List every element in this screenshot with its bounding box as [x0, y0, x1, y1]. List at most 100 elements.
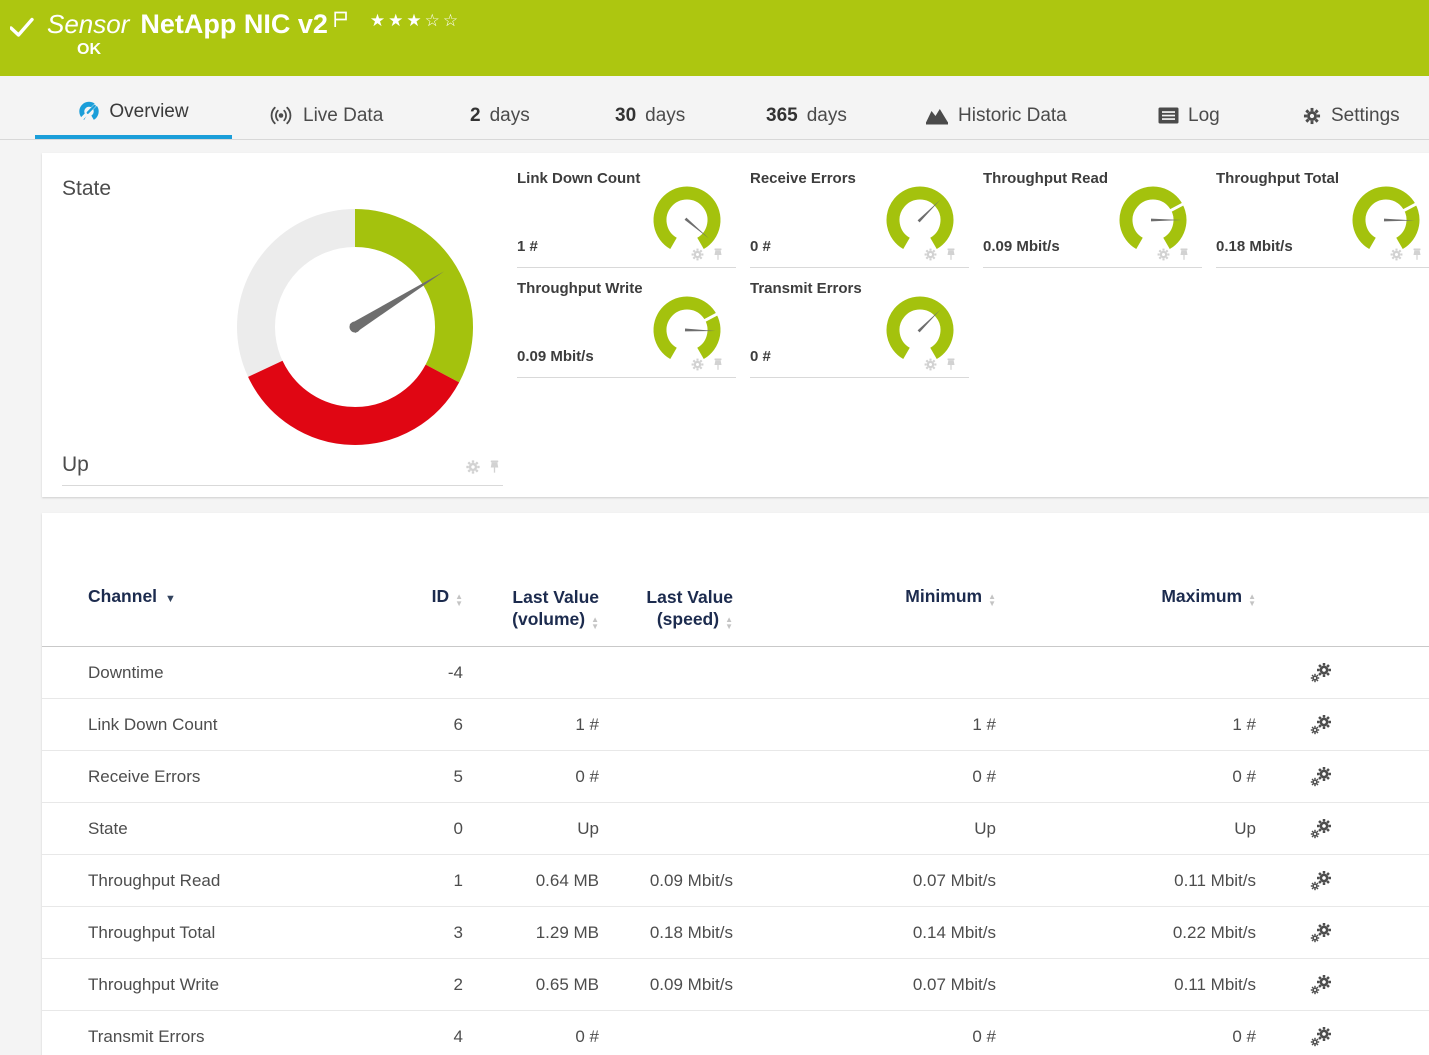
- gauge-title: Throughput Total: [1216, 170, 1339, 187]
- minimum-value: 0 #: [733, 767, 996, 787]
- maximum-value: 1 #: [996, 715, 1256, 735]
- minimum-value: 0.14 Mbit/s: [733, 923, 996, 943]
- channel-id: 6: [418, 715, 463, 735]
- column-header-id[interactable]: ID▲▼: [418, 586, 463, 607]
- gauge-card-throughput-total: Throughput Total 0.18 Mbit/s: [1216, 170, 1429, 268]
- last-value-volume: 1 #: [463, 715, 599, 735]
- mini-gauge: [1350, 186, 1422, 256]
- tab-settings[interactable]: Settings: [1302, 92, 1400, 139]
- gauge-settings-gear-icon[interactable]: [465, 459, 481, 475]
- table-row: Throughput Write 2 0.65 MB 0.09 Mbit/s 0…: [42, 959, 1429, 1011]
- last-value-volume: 0 #: [463, 767, 599, 787]
- channel-name: Downtime: [88, 663, 418, 683]
- last-value-volume: 0.65 MB: [463, 975, 599, 995]
- gauge-title: Link Down Count: [517, 170, 640, 187]
- gauge-card-throughput-write: Throughput Write 0.09 Mbit/s: [517, 280, 736, 378]
- maximum-value: 0.11 Mbit/s: [996, 871, 1256, 891]
- table-row: Downtime -4: [42, 647, 1429, 699]
- sort-icons[interactable]: ▲▼: [591, 617, 599, 630]
- pin-icon[interactable]: [712, 248, 724, 262]
- channel-id: 1: [418, 871, 463, 891]
- tab-365-days[interactable]: 365 days: [766, 92, 847, 139]
- sort-desc-icon[interactable]: ▼: [165, 593, 176, 605]
- object-kind-label: Sensor: [47, 7, 129, 41]
- maximum-value: 0.22 Mbit/s: [996, 923, 1256, 943]
- gear-icon: [1302, 106, 1322, 126]
- sensor-title: NetApp NIC v2: [140, 7, 328, 41]
- channel-name: State: [88, 819, 418, 839]
- table-row: Receive Errors 5 0 # 0 # 0 #: [42, 751, 1429, 803]
- pin-icon[interactable]: [945, 358, 957, 372]
- gauge-settings-gear-icon[interactable]: [690, 357, 705, 372]
- tab-label: Log: [1188, 105, 1220, 127]
- gauge-icon: [78, 100, 100, 123]
- channel-settings-gears-icon[interactable]: [1309, 661, 1335, 685]
- gauge-value: 0 #: [750, 348, 771, 365]
- table-row: Link Down Count 6 1 # 1 # 1 #: [42, 699, 1429, 751]
- gauge-title: Throughput Read: [983, 170, 1108, 187]
- gauge-title: State: [62, 177, 111, 201]
- tab-log[interactable]: Log: [1158, 92, 1220, 139]
- last-value-speed: 0.09 Mbit/s: [599, 975, 733, 995]
- gauge-settings-gear-icon[interactable]: [923, 357, 938, 372]
- channel-name: Link Down Count: [88, 715, 418, 735]
- pin-icon[interactable]: [1178, 248, 1190, 262]
- gauge-settings-gear-icon[interactable]: [690, 247, 705, 262]
- channel-settings-gears-icon[interactable]: [1309, 973, 1335, 997]
- priority-stars[interactable]: ★★★☆☆: [370, 11, 461, 31]
- gauge-needle: [918, 309, 942, 333]
- gauge-card-throughput-read: Throughput Read 0.09 Mbit/s: [983, 170, 1202, 268]
- tab-label: days: [807, 105, 847, 127]
- tab-live-data[interactable]: Live Data: [268, 92, 383, 139]
- gauge-title: Receive Errors: [750, 170, 856, 187]
- channel-settings-gears-icon[interactable]: [1309, 713, 1335, 737]
- table-row: Transmit Errors 4 0 # 0 # 0 #: [42, 1011, 1429, 1055]
- column-header-last-value-volume[interactable]: Last Value(volume)▲▼: [463, 586, 599, 630]
- tab-2-days[interactable]: 2 days: [470, 92, 530, 139]
- mini-gauge-grid: Link Down Count 1 # Receive Errors 0 #: [517, 170, 1429, 378]
- gauge-value: 0 #: [750, 238, 771, 255]
- channel-settings-gears-icon[interactable]: [1309, 1025, 1335, 1049]
- tab-label: Historic Data: [958, 105, 1067, 127]
- pin-icon[interactable]: [712, 358, 724, 372]
- gauge-title: Throughput Write: [517, 280, 643, 297]
- tab-label: Live Data: [303, 105, 383, 127]
- last-value-speed: 0.09 Mbit/s: [599, 871, 733, 891]
- channel-id: 4: [418, 1027, 463, 1047]
- maximum-value: 0 #: [996, 767, 1256, 787]
- pin-icon[interactable]: [488, 460, 501, 475]
- gauge-needle: [918, 199, 942, 223]
- tab-overview[interactable]: Overview: [35, 88, 232, 139]
- pin-icon[interactable]: [1411, 248, 1423, 262]
- last-value-speed: 0.18 Mbit/s: [599, 923, 733, 943]
- status-badge: OK: [77, 41, 101, 59]
- sort-icons[interactable]: ▲▼: [1248, 594, 1256, 607]
- state-donut-gauge: [225, 197, 485, 457]
- sort-icons[interactable]: ▲▼: [725, 617, 733, 630]
- column-header-channel[interactable]: Channel▼: [88, 586, 418, 607]
- mini-gauge: [884, 186, 956, 256]
- gauge-settings-gear-icon[interactable]: [1389, 247, 1404, 262]
- column-header-last-value-speed[interactable]: Last Value(speed)▲▼: [599, 586, 733, 630]
- channel-settings-gears-icon[interactable]: [1309, 869, 1335, 893]
- column-header-minimum[interactable]: Minimum▲▼: [733, 586, 996, 607]
- sort-icons[interactable]: ▲▼: [455, 594, 463, 607]
- gauge-title: Transmit Errors: [750, 280, 862, 297]
- column-header-maximum[interactable]: Maximum▲▼: [996, 586, 1256, 607]
- sort-icons[interactable]: ▲▼: [988, 594, 996, 607]
- gauge-settings-gear-icon[interactable]: [1156, 247, 1171, 262]
- channel-settings-gears-icon[interactable]: [1309, 765, 1335, 789]
- pin-icon[interactable]: [945, 248, 957, 262]
- flag-icon[interactable]: [333, 11, 348, 28]
- channel-settings-gears-icon[interactable]: [1309, 817, 1335, 841]
- tab-historic-data[interactable]: Historic Data: [925, 92, 1067, 139]
- channel-settings-gears-icon[interactable]: [1309, 921, 1335, 945]
- gauge-settings-gear-icon[interactable]: [923, 247, 938, 262]
- tab-30-days[interactable]: 30 days: [615, 92, 685, 139]
- tab-label: Overview: [109, 101, 188, 123]
- state-gauge-card: State Up: [62, 163, 503, 486]
- minimum-value: 0 #: [733, 1027, 996, 1047]
- tab-label: days: [645, 105, 685, 127]
- mini-gauge: [884, 296, 956, 366]
- channel-id: 2: [418, 975, 463, 995]
